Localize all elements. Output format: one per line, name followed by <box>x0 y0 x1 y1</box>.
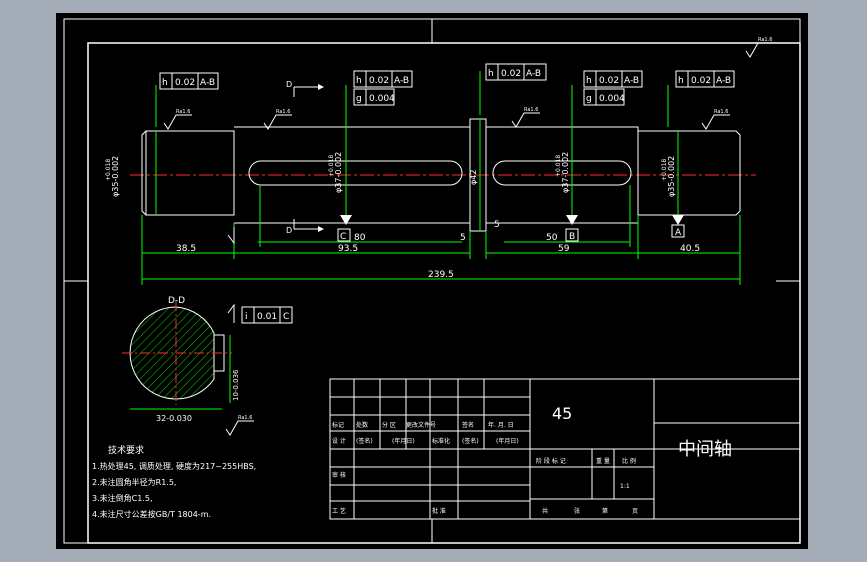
tb-sheet-2: 第 <box>602 507 608 515</box>
roughness-label-4: Ra1.6 <box>714 109 728 115</box>
tb-r1-c5: 年. 月. 日 <box>488 421 514 429</box>
dim-total-length: 239.5 <box>428 270 454 280</box>
frame4b-val: 0.004 <box>599 94 625 104</box>
frame3-ref: A-B <box>526 69 541 79</box>
dim-diam-right-key: φ37-0.002 <box>561 152 570 193</box>
dim-diam-right-tol: +0.018 <box>661 159 668 181</box>
dim-seg-mid: 93.5 <box>338 244 358 254</box>
frame5-val: 0.02 <box>691 76 711 86</box>
section-frame-sym: i <box>245 312 248 322</box>
tb-r1-c3: 更改文件号 <box>406 421 436 429</box>
dim-key-left: 80 <box>354 233 366 243</box>
roughness-label-1: Ra1.6 <box>176 109 190 115</box>
roughness-icons <box>163 42 774 436</box>
tb-r2-c5: (年月日) <box>496 437 519 445</box>
tb-r2-c3: 标准化 <box>432 437 450 445</box>
tb-r1-c4: 签名 <box>462 421 474 429</box>
datum-b: B <box>569 232 575 242</box>
dim-diam-right-key-tol: +0.018 <box>555 155 562 177</box>
tb-sheet-3: 页 <box>632 508 638 515</box>
tb-stage-0: 阶 段 标 记 <box>536 457 566 465</box>
frame2a-sym: h <box>356 76 362 86</box>
cad-viewport[interactable]: C B A 38.5 93.5 5 5 80 50 59 40.5 239.5 … <box>56 13 808 549</box>
roughness-label-5: Ra1.6 <box>758 37 772 43</box>
part-name: 中间轴 <box>678 439 732 460</box>
dim-diam-mid-tol: +0.018 <box>328 155 335 177</box>
section-view <box>122 301 232 410</box>
frame1-sym: h <box>162 78 168 88</box>
tb-r2-c1: (签名) <box>356 437 373 445</box>
frame1-val: 0.02 <box>175 78 195 88</box>
frame2b-val: 0.004 <box>369 94 395 104</box>
frame3-val: 0.02 <box>501 69 521 79</box>
tb-r2-c0: 设 计 <box>332 437 346 445</box>
cut-label-top: D <box>286 80 292 89</box>
tb-r1-c1: 处数 <box>356 421 368 429</box>
frame2b-sym: g <box>356 94 362 104</box>
dim-section-depth: 10-0.036 <box>232 369 240 401</box>
note-2: 2.未注圆角半径为R1.5, <box>92 477 176 487</box>
dim-diam-left-tol: +0.018 <box>105 159 112 181</box>
note-3: 3.未注倒角C1.5, <box>92 493 152 503</box>
dim-seg-right-end: 40.5 <box>680 244 700 254</box>
section-label: D-D <box>168 296 185 306</box>
frame4b-sym: g <box>586 94 592 104</box>
cut-label-bottom: D <box>286 226 292 235</box>
dim-collar-w2: 5 <box>494 220 500 230</box>
tb-sheet-0: 共 <box>542 507 548 515</box>
tb-r4-c1: 批 准 <box>432 507 446 515</box>
frame2a-ref: A-B <box>394 76 409 86</box>
tb-r1-c0: 标记 <box>332 421 344 429</box>
frame5-ref: A-B <box>716 76 731 86</box>
section-cut-markers <box>293 84 324 232</box>
note-1: 1.热处理45, 调质处理, 硬度为217~255HBS, <box>92 461 256 471</box>
tb-sheet-1: 张 <box>574 507 580 515</box>
datum-c: C <box>340 232 346 242</box>
frame4a-sym: h <box>586 76 592 86</box>
section-frame-val: 0.01 <box>257 312 277 322</box>
dim-section-width: 32-0.030 <box>156 414 192 423</box>
tb-r3-c0: 审 核 <box>332 471 346 479</box>
frame3-sym: h <box>488 69 494 79</box>
datum-symbols <box>337 215 685 242</box>
frame1-ref: A-B <box>200 78 215 88</box>
frame2a-val: 0.02 <box>369 76 389 86</box>
tb-stage-2: 比 例 <box>622 457 636 465</box>
frame4a-ref: A-B <box>624 76 639 86</box>
tb-r1-c2: 分 区 <box>382 421 396 429</box>
scale-label: 1:1 <box>620 483 630 490</box>
roughness-label-6: Ra1.6 <box>238 415 252 421</box>
tb-r4-c0: 工 艺 <box>332 507 346 515</box>
section-frame-ref: C <box>283 312 289 322</box>
dim-seg-right-key: 59 <box>558 244 570 254</box>
roughness-label-2: Ra1.6 <box>276 109 290 115</box>
note-4: 4.未注尺寸公差按GB/T 1804-m. <box>92 509 211 519</box>
dim-diam-collar: φ42 <box>469 170 478 185</box>
frame4a-val: 0.02 <box>599 76 619 86</box>
dimension-lines <box>141 71 741 285</box>
tb-r2-c4: (签名) <box>462 437 479 445</box>
roughness-label-3: Ra1.6 <box>524 107 538 113</box>
material-label: 45 <box>552 404 572 423</box>
dim-diam-mid: φ37-0.002 <box>334 152 343 193</box>
dim-collar-w1: 5 <box>460 233 466 243</box>
tb-stage-1: 重 量 <box>596 457 610 465</box>
dim-key-right: 50 <box>546 233 558 243</box>
notes-title: 技术要求 <box>108 444 144 456</box>
frame5-sym: h <box>678 76 684 86</box>
tb-r2-c2: (年月日) <box>392 437 415 445</box>
datum-a: A <box>675 228 682 238</box>
dim-diam-right: φ35-0.002 <box>667 156 676 197</box>
dim-seg-left: 38.5 <box>176 244 196 254</box>
dim-diam-left: φ35-0.002 <box>111 156 120 197</box>
drawing-canvas: C B A 38.5 93.5 5 5 80 50 59 40.5 239.5 … <box>63 18 801 544</box>
